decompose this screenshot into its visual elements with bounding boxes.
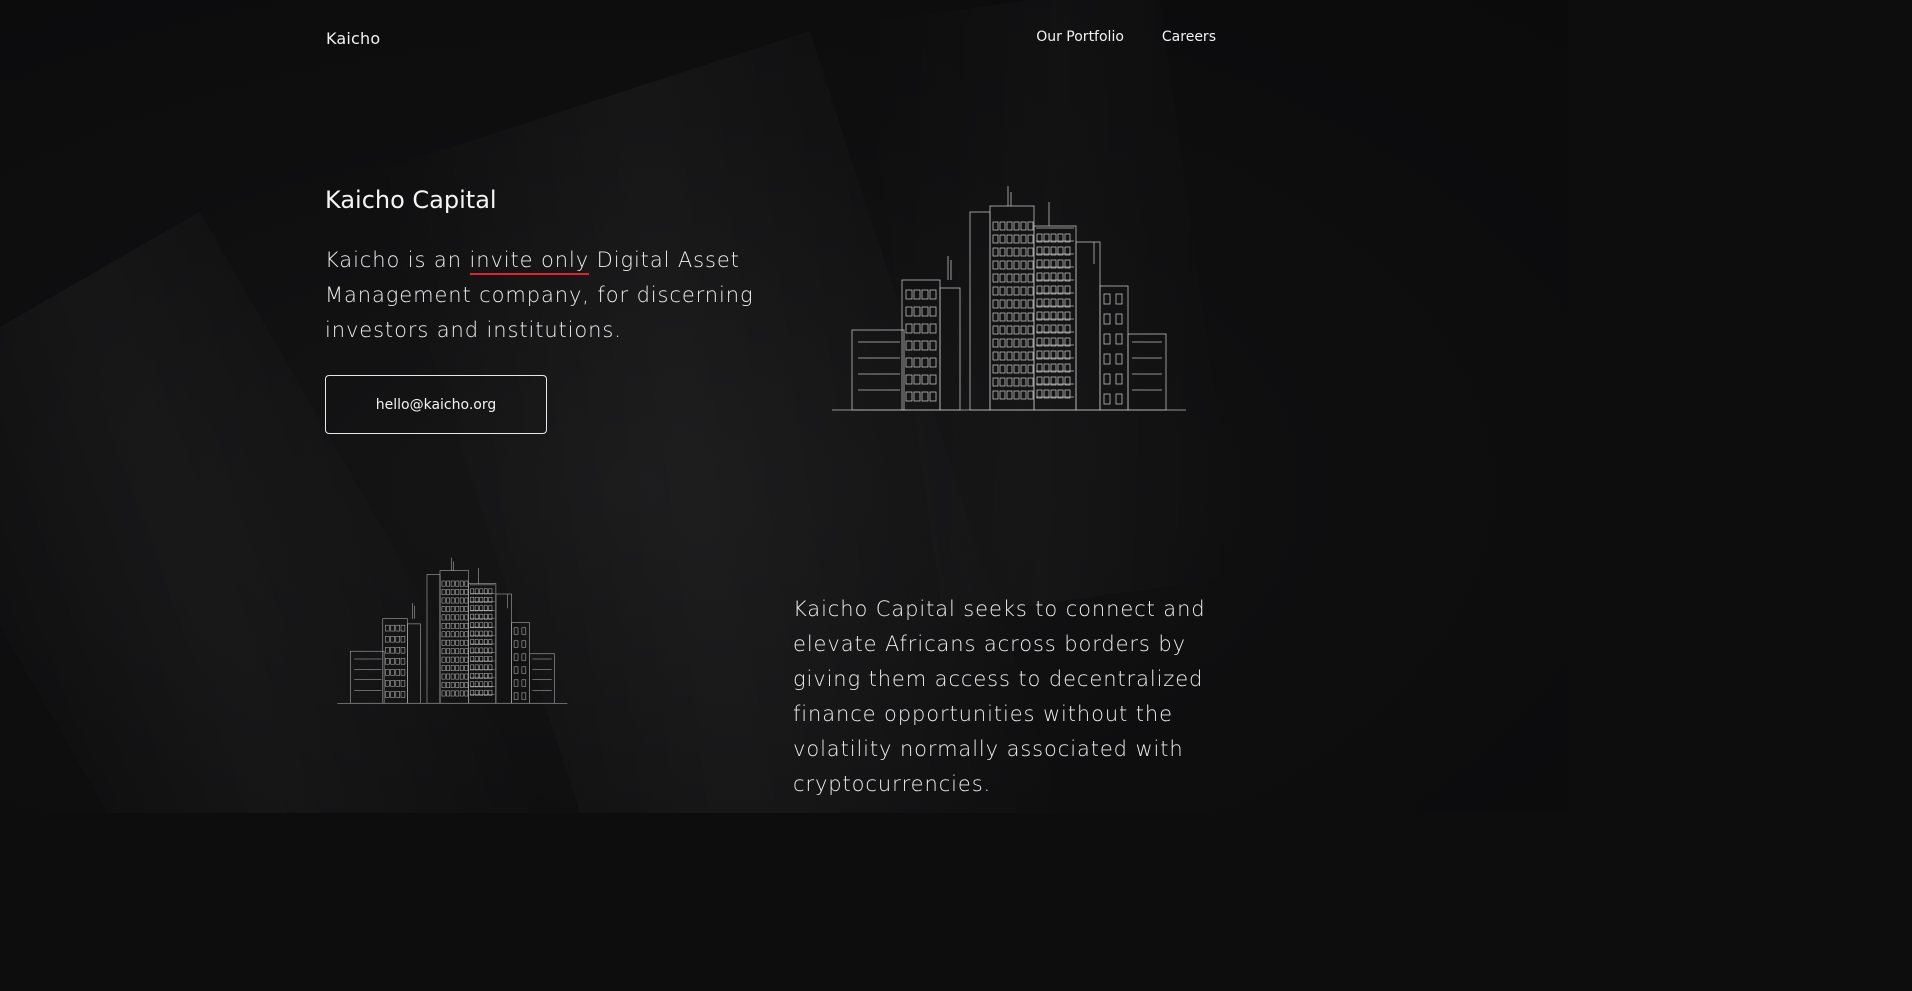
mission-statement: Kaicho Capital seeks to connect and elev… [793, 597, 1206, 796]
site-logo[interactable]: Kaicho [326, 29, 380, 48]
contact-email-button[interactable]: hello@kaicho.org [325, 375, 547, 434]
top-nav: Our Portfolio Careers [1036, 29, 1216, 45]
mission-building-illustration [336, 552, 568, 813]
highlighted-phrase: invite only [469, 248, 590, 272]
page: Kaicho Our Portfolio Careers Kaicho Capi… [0, 0, 1568, 813]
hero-building-illustration [830, 182, 1190, 414]
hero-description: Kaicho is an invite only Digital Asset M… [325, 243, 755, 348]
nav-link-careers[interactable]: Careers [1162, 29, 1216, 45]
nav-link-portfolio[interactable]: Our Portfolio [1036, 29, 1124, 45]
hero-title: Kaicho Capital [325, 186, 497, 214]
hero-description-lead: Kaicho is an [325, 248, 470, 272]
